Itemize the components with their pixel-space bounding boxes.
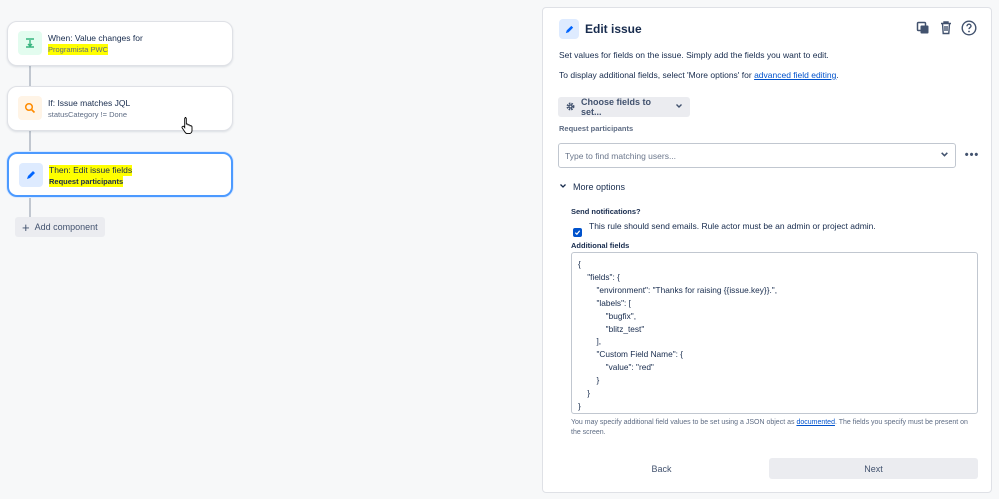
field-change-icon: [18, 31, 42, 55]
more-options-label: More options: [573, 182, 626, 192]
panel-description: Set values for fields on the issue. Simp…: [559, 50, 829, 60]
duplicate-icon[interactable]: [914, 19, 931, 36]
flow-connector: [29, 66, 31, 86]
documented-link[interactable]: documented: [796, 419, 835, 426]
trash-icon[interactable]: [937, 19, 954, 36]
action-title: Then: Edit issue fields: [49, 165, 133, 176]
additional-fields-help: You may specify additional field values …: [571, 418, 971, 438]
search-icon: [18, 96, 42, 120]
gear-icon: [565, 101, 576, 114]
action-subtitle: Request participants: [49, 176, 124, 187]
advanced-field-editing-link[interactable]: advanced field editing: [754, 70, 836, 80]
choose-fields-button[interactable]: Choose fields to set...: [558, 97, 690, 117]
chevron-down-icon: [559, 182, 567, 192]
condition-title: If: Issue matches JQL: [48, 98, 131, 108]
chevron-down-icon: [675, 102, 683, 112]
back-button[interactable]: Back: [571, 458, 752, 479]
additional-fields-label: Additional fields: [571, 241, 630, 250]
desc2-suffix: .: [836, 70, 839, 80]
flow-connector: [29, 131, 31, 152]
user-picker[interactable]: Type to find matching users...: [558, 143, 956, 168]
flow-connector: [29, 197, 31, 217]
additional-fields-textarea[interactable]: { "fields": { "environment": "Thanks for…: [571, 252, 978, 414]
send-notifications-label: Send notifications?: [571, 207, 641, 216]
condition-card[interactable]: If: Issue matches JQL statusCategory != …: [7, 86, 233, 131]
plus-icon: +: [22, 219, 30, 235]
next-button[interactable]: Next: [769, 458, 978, 479]
desc2-prefix: To display additional fields, select 'Mo…: [559, 70, 755, 80]
request-participants-label: Request participants: [559, 124, 634, 133]
action-card[interactable]: Then: Edit issue fields Request particip…: [7, 152, 233, 197]
panel-description-more: To display additional fields, select 'Mo…: [559, 70, 839, 80]
pencil-icon: [559, 19, 579, 39]
send-notifications-text: This rule should send emails. Rule actor…: [589, 221, 876, 231]
condition-subtitle: statusCategory != Done: [48, 110, 128, 119]
trigger-title: When: Value changes for: [48, 33, 143, 43]
more-options-toggle[interactable]: More options: [559, 182, 625, 192]
choose-fields-label: Choose fields to set...: [581, 97, 652, 117]
edit-issue-panel: Edit issue Set values for fields on the …: [542, 7, 992, 493]
pencil-icon: [19, 163, 43, 187]
user-picker-placeholder: Type to find matching users...: [565, 150, 677, 161]
help-prefix: You may specify additional field values …: [571, 419, 797, 426]
help-icon[interactable]: [960, 19, 977, 36]
more-actions-icon[interactable]: •••: [962, 144, 982, 166]
send-notifications-checkbox[interactable]: [573, 228, 582, 237]
trigger-card[interactable]: When: Value changes for Programista PWC: [7, 21, 233, 66]
chevron-down-icon: [940, 150, 949, 161]
add-component-label: Add component: [34, 222, 98, 232]
hand-cursor-icon: [181, 116, 195, 139]
trigger-subtitle: Programista PWC: [48, 44, 109, 55]
add-component-button[interactable]: + Add component: [15, 217, 105, 237]
panel-title: Edit issue: [585, 22, 642, 36]
